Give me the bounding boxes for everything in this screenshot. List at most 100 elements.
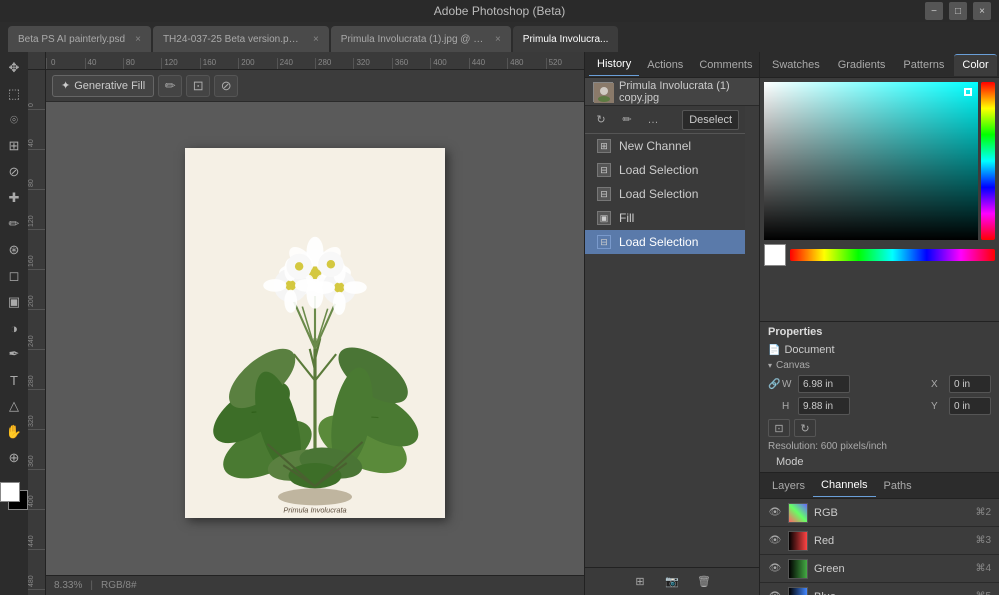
top-panel-tabs: Swatches Gradients Patterns Color » [760,52,999,78]
eraser-tool[interactable]: ◻ [2,264,26,288]
eyedropper-tool[interactable]: ⊘ [2,160,26,184]
layer-blue-eye[interactable]: 👁 [768,590,782,595]
canvas-label: Canvas [776,360,810,371]
brush-tool[interactable]: ✏ [2,212,26,236]
hue-bar[interactable] [981,82,995,240]
deselect-button[interactable]: Deselect [682,110,739,130]
pen-tool[interactable]: ✒ [2,342,26,366]
layer-green[interactable]: 👁 Green ⌘4 [760,555,999,583]
tab-4-label: Primula Involucra... [523,34,609,45]
transform-icon-button[interactable]: ⊡ [186,75,210,97]
history-thumb [593,82,613,102]
tab-3[interactable]: Primula Involucrata (1).jpg @ 8.33... × [331,26,511,52]
tab-actions[interactable]: Actions [639,54,691,76]
history-item-label: Primula Involucrata (1) copy.jpg [619,80,751,104]
layers-tabs: Layers Channels Paths [760,473,999,499]
tab-1-close[interactable]: × [135,34,141,45]
select-tool[interactable]: ⬚ [2,82,26,106]
x-input[interactable] [949,375,991,393]
color-spectrum-area [764,82,995,240]
height-row: · H Y [768,397,991,415]
tab-patterns[interactable]: Patterns [895,54,952,76]
height-label: H [782,401,796,412]
context-menu-load-selection-1[interactable]: ⊟ Load Selection [585,158,745,182]
camera-button[interactable]: 📷 [662,572,682,592]
healing-tool[interactable]: ✚ [2,186,26,210]
close-button[interactable]: × [973,2,991,20]
text-tool[interactable]: T [2,368,26,392]
tab-1[interactable]: Beta PS AI painterly.psd × [8,26,151,52]
tab-1-label: Beta PS AI painterly.psd [18,34,125,45]
shape-tool[interactable]: △ [2,394,26,418]
tab-gradients[interactable]: Gradients [830,54,894,76]
fill-icon: ▣ [597,211,611,225]
width-input[interactable] [798,375,850,393]
generative-fill-button[interactable]: ✦ Generative Fill [52,75,154,97]
layer-green-name: Green [814,563,969,575]
context-menu-load-selection-3[interactable]: ⊟ Load Selection [585,230,745,254]
link-icon: 🔗 [768,379,780,390]
canvas-area[interactable]: 0 40 80 120 160 200 240 280 320 360 400 … [28,52,584,595]
filter-icon-button[interactable]: ⊘ [214,75,238,97]
edit-icon-button[interactable]: ✏ [158,75,182,97]
y-input[interactable] [949,397,991,415]
maximize-button[interactable]: □ [949,2,967,20]
clone-tool[interactable]: ⊛ [2,238,26,262]
history-header-item[interactable]: Primula Involucrata (1) copy.jpg [585,78,759,106]
width-row: 🔗 W X [768,375,991,393]
context-menu-load-selection-2[interactable]: ⊟ Load Selection [585,182,745,206]
fg-color-swatch[interactable] [764,244,786,266]
lasso-tool[interactable]: ⌾ [2,108,26,132]
canvas-content: Primula Involucrata Mounstro Thomas Bond [46,70,584,595]
history-more-button[interactable]: … [643,110,663,130]
tab-channels[interactable]: Channels [813,475,875,497]
height-input[interactable] [798,397,850,415]
tab-history[interactable]: History [589,54,639,76]
tab-paths[interactable]: Paths [876,475,920,497]
layer-red-eye[interactable]: 👁 [768,534,782,548]
x-label: X [931,379,945,390]
context-menu-fill[interactable]: ▣ Fill [585,206,745,230]
foreground-swatch[interactable] [0,482,20,502]
zoom-tool[interactable]: ⊕ [2,446,26,470]
context-menu-new-channel[interactable]: ⊞ New Channel [585,134,745,158]
color-spectrum[interactable] [764,82,978,240]
dodge-tool[interactable]: ◑ [2,316,26,340]
layer-rgb[interactable]: 👁 RGB ⌘2 [760,499,999,527]
document-label: Document [784,344,834,356]
tab-3-close[interactable]: × [495,34,501,45]
hand-tool[interactable]: ✋ [2,420,26,444]
minimize-button[interactable]: − [925,2,943,20]
tab-comments[interactable]: Comments [691,54,760,76]
history-edit-button[interactable]: ✏ [617,110,637,130]
crop-document-button[interactable]: ⊡ [768,419,790,437]
layers-panel: Layers Channels Paths 👁 RGB ⌘2 [760,473,999,595]
y-label: Y [931,401,945,412]
tab-2[interactable]: TH24-037-25 Beta version.psd @... × [153,26,329,52]
layer-rgb-eye[interactable]: 👁 [768,506,782,520]
layer-red[interactable]: 👁 Red ⌘3 [760,527,999,555]
tab-bar: Beta PS AI painterly.psd × TH24-037-25 B… [0,22,999,52]
tab-layers[interactable]: Layers [764,475,813,497]
document-row[interactable]: 📄 Document [768,344,991,356]
layer-blue[interactable]: 👁 Blue ⌘5 [760,583,999,595]
tab-color[interactable]: Color [954,54,996,76]
tab-4[interactable]: Primula Involucra... [513,26,619,52]
center-panel-tabs: History Actions Comments » [585,52,759,78]
gradient-tool[interactable]: ▣ [2,290,26,314]
panel-group-top: Swatches Gradients Patterns Color » [760,52,999,322]
layer-rgb-thumb [788,503,808,523]
move-tool[interactable]: ✥ [2,56,26,80]
hue-slider[interactable] [790,249,995,261]
color-swatches[interactable] [0,482,28,510]
history-back-button[interactable]: ↻ [591,110,611,130]
delete-channel-button[interactable]: 🗑 [694,572,714,592]
tab-2-close[interactable]: × [313,34,319,45]
crop-tool[interactable]: ⊞ [2,134,26,158]
create-channel-button[interactable]: ⊞ [630,572,650,592]
rotate-canvas-button[interactable]: ↻ [794,419,816,437]
layer-green-eye[interactable]: 👁 [768,562,782,576]
layer-green-thumb [788,559,808,579]
canvas-subsection[interactable]: ▾ Canvas [768,360,991,371]
tab-swatches[interactable]: Swatches [764,54,828,76]
